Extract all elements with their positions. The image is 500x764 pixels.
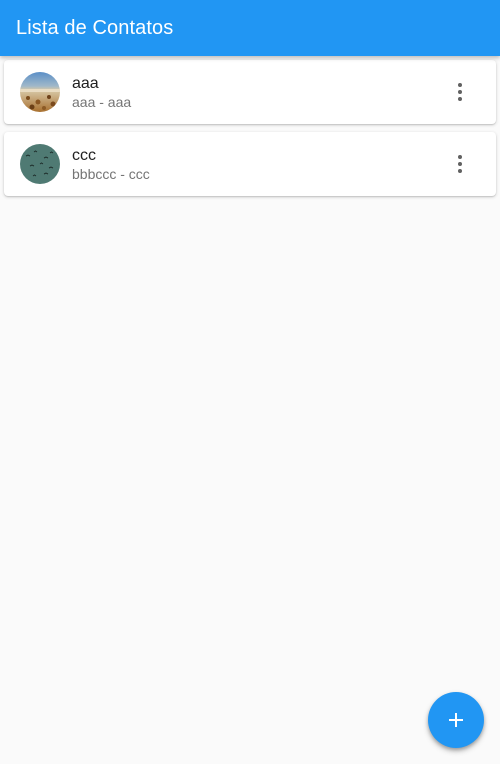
more-vert-icon <box>458 83 462 101</box>
contact-avatar <box>20 72 60 112</box>
contact-card[interactable]: ccc bbbccc - ccc <box>4 132 496 196</box>
contact-avatar <box>20 144 60 184</box>
add-icon <box>449 713 463 727</box>
contact-name: ccc <box>72 146 96 164</box>
contact-texts: ccc bbbccc - ccc <box>72 146 448 183</box>
more-vert-icon <box>458 155 462 173</box>
page-title: Lista de Contatos <box>16 16 174 39</box>
contact-name: aaa <box>72 74 99 92</box>
contact-subtitle: bbbccc - ccc <box>72 165 150 182</box>
contact-subtitle: aaa - aaa <box>72 93 132 110</box>
contact-list: aaa aaa - aaa ccc bbbccc - ccc <box>4 60 496 204</box>
add-contact-button[interactable] <box>428 692 484 748</box>
app-screen: Lista de Contatos aaa aaa - aaa ccc bbbc… <box>0 0 500 764</box>
contact-texts: aaa aaa - aaa <box>72 74 448 111</box>
contact-card[interactable]: aaa aaa - aaa <box>4 60 496 124</box>
beach-photo-icon <box>20 72 60 112</box>
more-options-button[interactable] <box>448 152 472 176</box>
app-bar: Lista de Contatos <box>0 0 500 56</box>
more-options-button[interactable] <box>448 80 472 104</box>
birds-photo-icon <box>20 144 60 184</box>
